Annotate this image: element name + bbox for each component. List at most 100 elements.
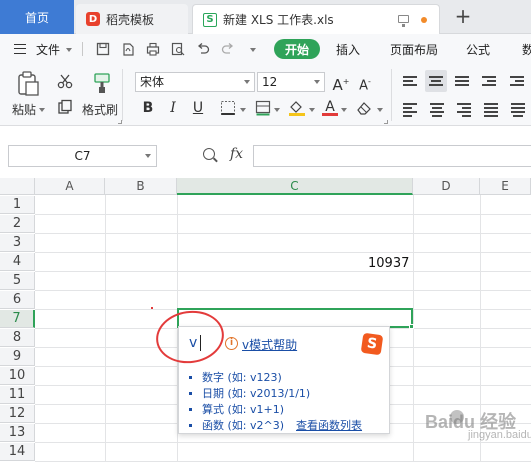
- export-pdf-icon[interactable]: [121, 42, 135, 56]
- row-header[interactable]: 4: [0, 253, 35, 271]
- eraser-icon[interactable]: [356, 100, 372, 116]
- v-mode-help-link[interactable]: v模式帮助: [242, 336, 297, 353]
- formula-input[interactable]: [253, 145, 531, 167]
- copy-icon[interactable]: [57, 99, 73, 115]
- chevron-down-icon[interactable]: [66, 48, 72, 52]
- row-header[interactable]: 13: [0, 424, 35, 442]
- justify-icon[interactable]: [484, 102, 500, 117]
- save-icon[interactable]: [96, 42, 110, 56]
- row-header[interactable]: 6: [0, 291, 35, 309]
- cell-style-icon[interactable]: [255, 100, 271, 116]
- fill-handle[interactable]: [409, 324, 414, 329]
- row-header[interactable]: 5: [0, 272, 35, 290]
- row-header[interactable]: 8: [0, 329, 35, 347]
- cell-c4[interactable]: 10937: [368, 256, 409, 271]
- tab-home[interactable]: 首页: [0, 0, 74, 34]
- bold-icon[interactable]: B: [139, 99, 157, 117]
- fill-color-icon[interactable]: [288, 100, 306, 116]
- undo-icon[interactable]: [196, 42, 210, 56]
- decrease-font-icon[interactable]: A-: [356, 73, 374, 93]
- column-header-d[interactable]: D: [413, 178, 480, 195]
- increase-font-icon[interactable]: A+: [332, 73, 350, 94]
- list-item: 日期 (如: v2013/1/1): [189, 385, 362, 401]
- distributed-icon[interactable]: [511, 102, 527, 117]
- italic-icon[interactable]: I: [164, 99, 182, 117]
- tab-data[interactable]: 数: [522, 41, 531, 58]
- format-painter-icon[interactable]: [92, 72, 112, 94]
- redo-icon[interactable]: [221, 42, 235, 56]
- tab-formula[interactable]: 公式: [466, 41, 490, 58]
- dialog-launcher-icon[interactable]: [118, 120, 122, 124]
- annotation-dot: [151, 307, 153, 309]
- font-size-select[interactable]: 12: [257, 72, 325, 92]
- tab-insert[interactable]: 插入: [336, 41, 360, 58]
- info-icon: i: [225, 337, 238, 350]
- row-header[interactable]: 11: [0, 386, 35, 404]
- grid-line: [35, 252, 531, 253]
- monitor-icon[interactable]: [398, 15, 409, 27]
- bullet-icon: [189, 407, 192, 411]
- print-icon[interactable]: [146, 42, 160, 56]
- docer-logo-icon: D: [86, 12, 100, 26]
- ribbon: 粘贴 格式刷 宋体 12 A+ A- B I U A: [0, 64, 531, 126]
- underline-icon[interactable]: U: [189, 99, 207, 117]
- indent-increase-icon[interactable]: [510, 74, 526, 88]
- customize-chevron-icon[interactable]: [250, 48, 256, 52]
- spreadsheet-logo-icon: S: [203, 12, 217, 27]
- menu-file[interactable]: 文件: [36, 41, 60, 58]
- grid-line: [35, 271, 531, 272]
- paste-label[interactable]: 粘贴: [12, 101, 36, 118]
- paste-icon[interactable]: [14, 70, 42, 98]
- row-header[interactable]: 9: [0, 348, 35, 366]
- function-list-link[interactable]: 查看函数列表: [296, 417, 362, 433]
- new-tab-plus-icon[interactable]: +: [450, 4, 476, 28]
- divider: [391, 69, 392, 121]
- select-all-corner[interactable]: [0, 178, 35, 195]
- bullet-icon: [189, 375, 192, 379]
- name-box[interactable]: C7: [8, 145, 157, 167]
- column-header-a[interactable]: A: [35, 178, 105, 195]
- column-header-e[interactable]: E: [480, 178, 531, 195]
- column-header-b[interactable]: B: [105, 178, 177, 195]
- row-header-active[interactable]: 7: [0, 310, 35, 328]
- column-header-c[interactable]: C: [177, 178, 413, 195]
- row-header[interactable]: 12: [0, 405, 35, 423]
- eraser-chevron-icon[interactable]: [377, 108, 383, 112]
- chevron-down-icon: [244, 80, 250, 84]
- row-header[interactable]: 1: [0, 196, 35, 214]
- grid-line: [105, 195, 106, 462]
- tab-template[interactable]: D 稻壳模板: [76, 4, 188, 34]
- align-left-icon[interactable]: [403, 102, 419, 117]
- font-color-icon[interactable]: A: [322, 99, 338, 117]
- zoom-icon[interactable]: [203, 148, 215, 160]
- tab-file[interactable]: S 新建 XLS 工作表.xls: [192, 4, 440, 34]
- fx-icon[interactable]: fx: [230, 146, 243, 162]
- align-middle-icon[interactable]: [430, 102, 446, 117]
- align-right-icon[interactable]: [457, 102, 473, 117]
- hamburger-icon[interactable]: [14, 44, 26, 54]
- align-top-left-icon[interactable]: [403, 74, 419, 88]
- align-bottom-icon[interactable]: [455, 74, 471, 88]
- paste-chevron-icon[interactable]: [39, 108, 45, 112]
- row-header[interactable]: 3: [0, 234, 35, 252]
- font-name-select[interactable]: 宋体: [135, 72, 255, 92]
- row-header[interactable]: 2: [0, 215, 35, 233]
- border-chevron-icon[interactable]: [240, 108, 246, 112]
- list-item: 函数 (如: v2^3) 查看函数列表: [189, 417, 362, 433]
- list-item: 算式 (如: v1+1): [189, 401, 362, 417]
- row-header[interactable]: 14: [0, 443, 35, 461]
- dialog-launcher-icon[interactable]: [384, 120, 388, 124]
- cut-icon[interactable]: [57, 73, 73, 89]
- indent-decrease-icon[interactable]: [482, 74, 498, 88]
- tab-page-layout[interactable]: 页面布局: [390, 41, 438, 58]
- row-header[interactable]: 10: [0, 367, 35, 385]
- tab-start[interactable]: 开始: [274, 39, 320, 59]
- fill-chevron-icon[interactable]: [309, 108, 315, 112]
- print-preview-icon[interactable]: [171, 42, 185, 56]
- format-painter-label[interactable]: 格式刷: [82, 101, 118, 118]
- align-center-icon[interactable]: [425, 70, 447, 92]
- border-icon[interactable]: [220, 100, 236, 116]
- font-color-chevron-icon[interactable]: [341, 108, 347, 112]
- cell-style-chevron-icon[interactable]: [274, 108, 280, 112]
- example-expression: 算式 (如: v1+1): [202, 403, 285, 416]
